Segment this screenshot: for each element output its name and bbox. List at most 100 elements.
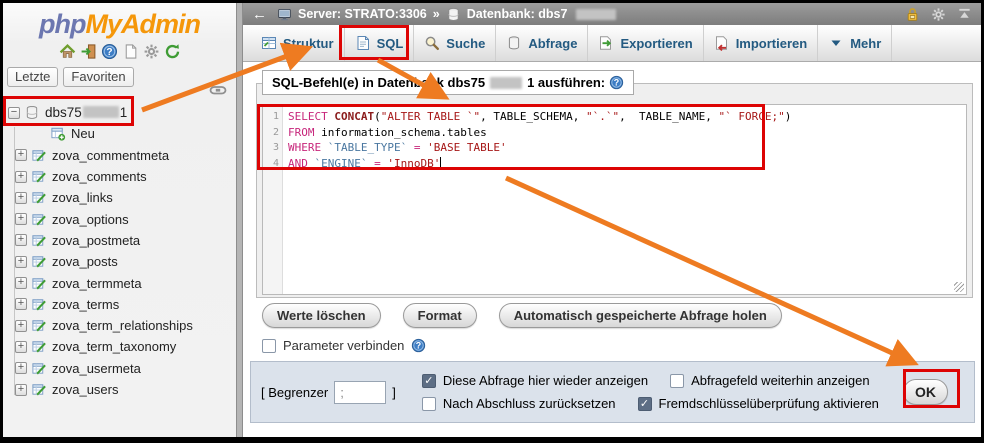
tree-item-label[interactable]: zova_users — [52, 382, 118, 397]
tree-item-label[interactable]: zova_postmeta — [52, 233, 140, 248]
doc-icon[interactable] — [122, 43, 139, 60]
plus-expander-icon[interactable]: + — [15, 191, 27, 204]
option-4[interactable]: ✓ Fremdschlüsselüberprüfung aktivieren — [637, 396, 879, 411]
phpmyadmin-logo[interactable]: phpMyAdmin — [3, 9, 236, 40]
panel-divider[interactable] — [236, 3, 243, 437]
tree-item-table[interactable]: + zova_usermeta — [3, 358, 232, 379]
tree-item-label[interactable]: Neu — [71, 126, 95, 141]
tab-mehr[interactable]: Mehr — [818, 25, 893, 61]
plus-expander-icon[interactable]: + — [15, 170, 27, 183]
plus-expander-icon[interactable]: + — [15, 234, 27, 247]
checkbox[interactable]: ✓ — [637, 396, 652, 411]
tree-item-label[interactable]: zova_term_relationships — [52, 318, 193, 333]
refresh-icon[interactable] — [164, 43, 181, 60]
topbar-actions — [905, 7, 972, 22]
get-autosaved-query-button[interactable]: Automatisch gespeicherte Abfrage holen — [498, 303, 782, 328]
plus-expander-icon[interactable]: + — [15, 298, 27, 311]
tree-item-label[interactable]: zova_termmeta — [52, 276, 142, 291]
tree-item-table[interactable]: + zova_term_relationships — [3, 315, 232, 336]
plus-expander-icon[interactable]: + — [15, 383, 27, 396]
tab-exportieren[interactable]: Exportieren — [588, 25, 704, 61]
resize-handle-icon[interactable] — [954, 282, 964, 292]
tree-item-table[interactable]: + zova_commentmeta — [3, 145, 232, 166]
breadcrumb-server[interactable]: Server: STRATO:3306 — [298, 7, 427, 21]
sql-editor[interactable]: 1234 SELECT CONCAT("ALTER TABLE `", TABL… — [262, 104, 967, 295]
favorite-tables-button[interactable]: Favoriten — [63, 67, 134, 87]
tree-item-table[interactable]: + zova_termmeta — [3, 272, 232, 293]
plus-expander-icon[interactable]: + — [15, 277, 27, 290]
plus-expander-icon[interactable]: + — [15, 255, 27, 268]
query-options-footer: [ Begrenzer ] ✓ Diese Abfrage hier wieder… — [250, 361, 975, 423]
plus-expander-icon[interactable]: + — [15, 213, 27, 226]
help-icon[interactable]: ? — [609, 75, 624, 90]
monitor-icon — [277, 7, 292, 22]
tab-suche[interactable]: Suche — [414, 25, 497, 61]
checkbox[interactable]: ✓ — [421, 373, 436, 388]
tree-item-label[interactable]: zova_links — [52, 190, 113, 205]
option-1[interactable]: ✓ Diese Abfrage hier wieder anzeigen — [421, 373, 648, 388]
tree-item-table[interactable]: + zova_users — [3, 379, 232, 400]
tree-item-label[interactable]: dbs75 1 — [45, 105, 127, 120]
home-icon[interactable] — [59, 43, 76, 60]
delimiter-input[interactable] — [334, 380, 387, 404]
recent-tables-button[interactable]: Letzte — [7, 67, 59, 87]
table-icon — [31, 169, 47, 184]
tree-item-table[interactable]: + zova_terms — [3, 294, 232, 315]
tab-abfrage[interactable]: Abfrage — [496, 25, 589, 61]
link-icon[interactable] — [209, 83, 227, 95]
plus-expander-icon[interactable]: + — [15, 319, 27, 332]
format-button[interactable]: Format — [402, 303, 477, 328]
tree-item-label[interactable]: zova_term_taxonomy — [52, 339, 176, 354]
bind-parameters-checkbox[interactable] — [262, 338, 276, 353]
line-number-gutter: 1234 — [263, 105, 283, 294]
option-3[interactable]: Nach Abschluss zurücksetzen — [421, 396, 616, 411]
tree-item-table[interactable]: + zova_posts — [3, 251, 232, 272]
delimiter-prefix: [ Begrenzer — [261, 384, 329, 400]
help-icon[interactable]: ? — [411, 338, 426, 353]
sql-code-line: FROM information_schema.tables — [288, 125, 487, 139]
tree-item-label[interactable]: zova_posts — [52, 254, 118, 269]
tree-item-label[interactable]: zova_commentmeta — [52, 148, 169, 163]
tab-struktur[interactable]: Struktur — [251, 25, 345, 61]
tree-item-label[interactable]: zova_terms — [52, 297, 119, 312]
checkbox[interactable] — [670, 373, 685, 388]
tree-item-table[interactable]: + zova_term_taxonomy — [3, 336, 232, 357]
tree-item-database[interactable]: − dbs75 1 — [3, 102, 232, 123]
breadcrumb-database[interactable]: Datenbank: dbs7 — [467, 7, 568, 21]
tree-item-new[interactable]: Neu — [3, 123, 232, 144]
tab-sql[interactable]: SQL — [345, 25, 415, 61]
delimiter-group: [ Begrenzer ] — [261, 380, 396, 404]
tab-importieren[interactable]: Importieren — [704, 25, 819, 61]
svg-text:?: ? — [106, 47, 112, 58]
sql-code-line: SELECT CONCAT("ALTER TABLE `", TABLE_SCH… — [288, 110, 792, 123]
gear-icon-light[interactable] — [931, 7, 946, 22]
database-icon — [24, 105, 40, 120]
table-icon — [31, 212, 47, 227]
help-icon[interactable]: ? — [101, 43, 118, 60]
ok-button[interactable]: OK — [903, 379, 948, 405]
option-2[interactable]: Abfragefeld weiterhin anzeigen — [670, 373, 870, 388]
tree-item-table[interactable]: + zova_postmeta — [3, 230, 232, 251]
gear-icon[interactable] — [143, 43, 160, 60]
plus-expander-icon[interactable]: + — [15, 340, 27, 353]
checkbox[interactable] — [421, 396, 436, 411]
tree-item-label[interactable]: zova_options — [52, 212, 129, 227]
tree-item-label[interactable]: zova_usermeta — [52, 361, 141, 376]
exit-icon[interactable] — [80, 43, 97, 60]
logo-myadmin: MyAdmin — [85, 9, 200, 39]
tab-label: Mehr — [850, 35, 882, 51]
redacted-text — [82, 106, 119, 119]
collapse-icon[interactable] — [957, 7, 972, 22]
minus-expander-icon[interactable]: − — [8, 106, 20, 119]
plus-expander-icon[interactable]: + — [15, 149, 27, 162]
lock-icon[interactable] — [905, 7, 920, 22]
tree-item-label[interactable]: zova_comments — [52, 169, 147, 184]
tree-item-table[interactable]: + zova_comments — [3, 166, 232, 187]
table-icon — [31, 361, 47, 376]
back-arrow-icon[interactable]: ← — [252, 6, 267, 23]
clear-values-button[interactable]: Werte löschen — [262, 303, 381, 328]
tree-item-table[interactable]: + zova_options — [3, 208, 232, 229]
tree-item-table[interactable]: + zova_links — [3, 187, 232, 208]
sql-code[interactable]: SELECT CONCAT("ALTER TABLE `", TABLE_SCH… — [283, 105, 966, 294]
plus-expander-icon[interactable]: + — [15, 362, 27, 375]
